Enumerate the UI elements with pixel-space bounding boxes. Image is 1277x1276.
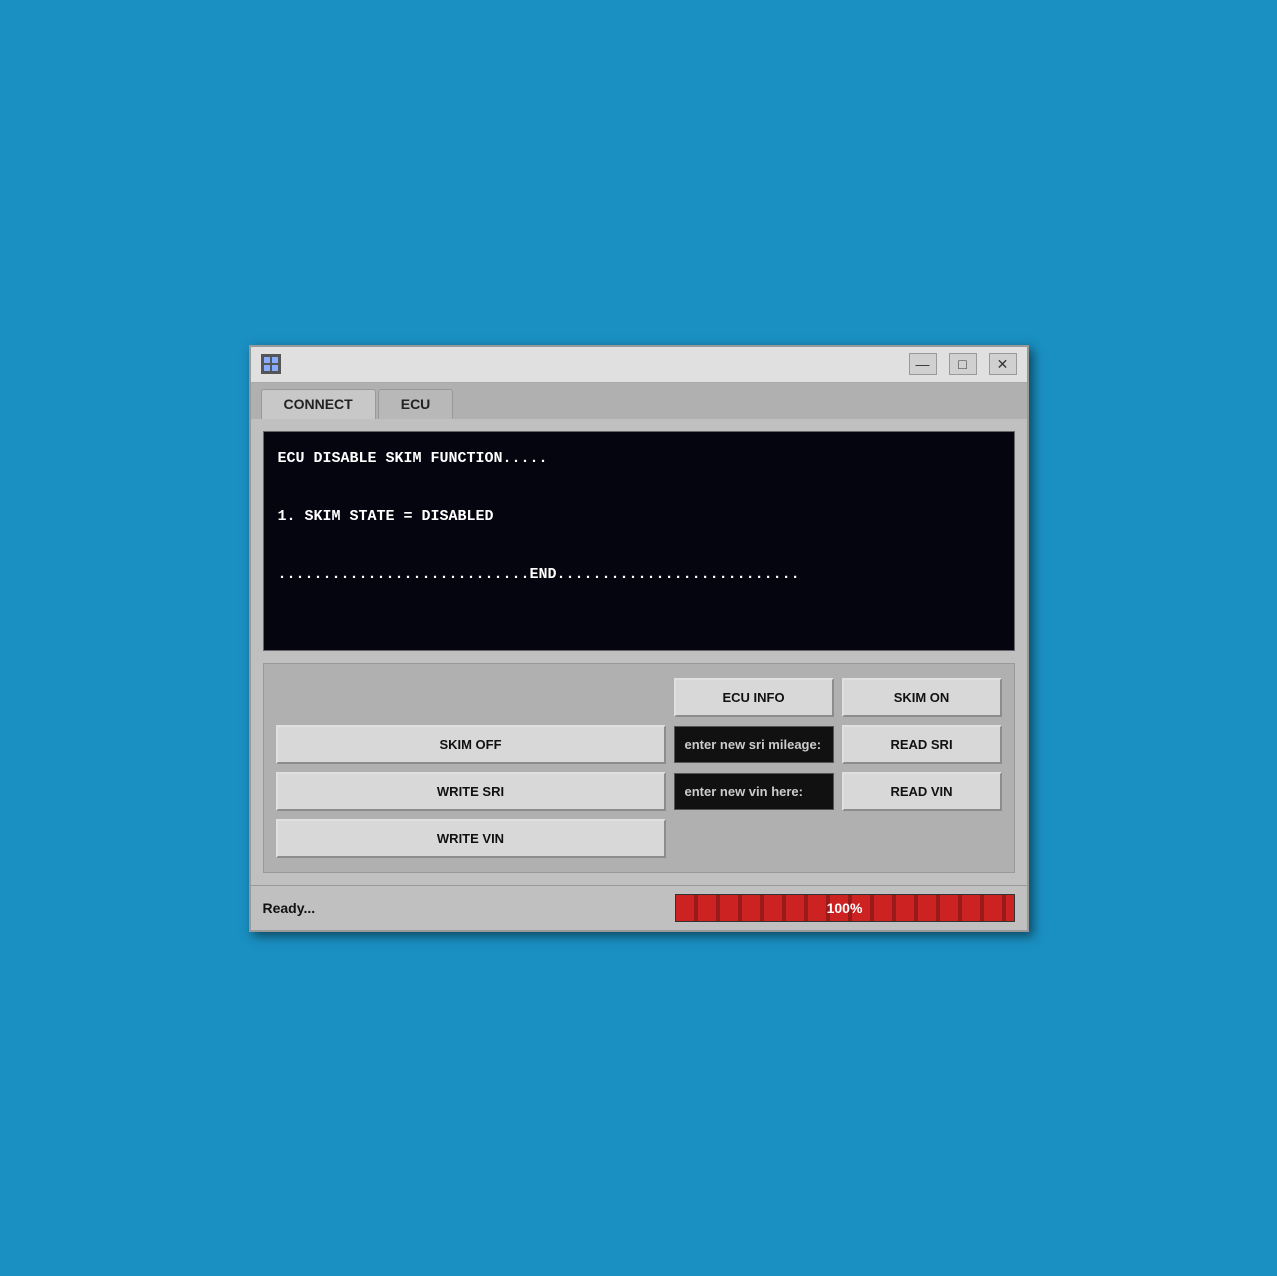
read-sri-button[interactable]: READ SRI [842,725,1002,764]
tab-ecu[interactable]: ECU [378,389,454,419]
button-grid: ECU INFO SKIM ON SKIM OFF enter new sri … [276,678,1002,858]
console-line-4 [278,535,1000,556]
minimize-button[interactable]: — [909,353,937,375]
content-area: ECU DISABLE SKIM FUNCTION..... 1. SKIM S… [251,419,1027,885]
progress-bar-container: 100% [675,894,1015,922]
progress-percent-label: 100% [827,900,863,916]
status-text: Ready... [263,900,316,916]
console-line-2 [278,477,1000,498]
output-console: ECU DISABLE SKIM FUNCTION..... 1. SKIM S… [263,431,1015,651]
app-icon [261,354,281,374]
main-window: — □ ✕ CONNECT ECU ECU DISABLE SKIM FUNCT… [249,345,1029,932]
title-bar-controls: — □ ✕ [909,353,1017,375]
ecu-info-button[interactable]: ECU INFO [674,678,834,717]
tab-connect[interactable]: CONNECT [261,389,376,419]
write-vin-button[interactable]: WRITE VIN [276,819,666,858]
skim-on-button[interactable]: SKIM ON [842,678,1002,717]
vin-input[interactable]: enter new vin here: [674,773,834,810]
close-button[interactable]: ✕ [989,353,1017,375]
button-panel: ECU INFO SKIM ON SKIM OFF enter new sri … [263,663,1015,873]
console-line-3: 1. SKIM STATE = DISABLED [278,506,1000,527]
tab-bar: CONNECT ECU [251,383,1027,419]
write-sri-button[interactable]: WRITE SRI [276,772,666,811]
console-line-1: ECU DISABLE SKIM FUNCTION..... [278,448,1000,469]
maximize-button[interactable]: □ [949,353,977,375]
sri-mileage-input[interactable]: enter new sri mileage: [674,726,834,763]
title-bar-left [261,354,281,374]
console-line-5: ............................END.........… [278,564,1000,585]
title-bar: — □ ✕ [251,347,1027,383]
status-bar: Ready... 100% [251,885,1027,930]
skim-off-button[interactable]: SKIM OFF [276,725,666,764]
read-vin-button[interactable]: READ VIN [842,772,1002,811]
